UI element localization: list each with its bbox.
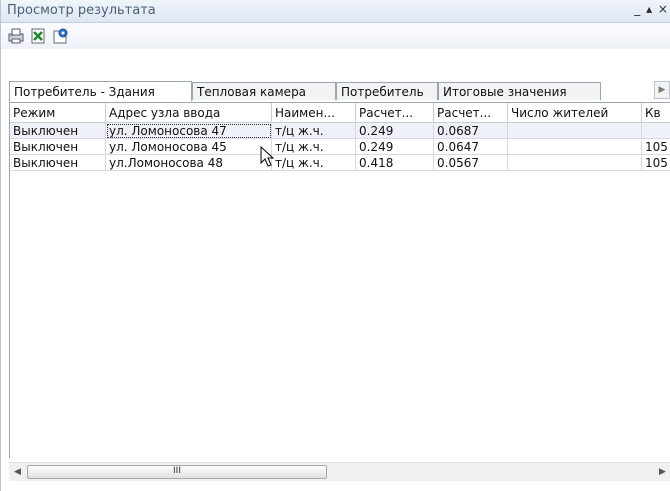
table-cell[interactable]: Выключен — [10, 155, 106, 171]
column-header-kv[interactable]: Кв — [642, 103, 670, 123]
mouse-cursor-icon — [260, 146, 275, 167]
scroll-right-icon[interactable]: ▶ — [654, 463, 670, 481]
table-cell[interactable]: 105 — [642, 155, 670, 171]
chevron-right-icon: ▶ — [658, 85, 666, 95]
column-header-calc-2[interactable]: Расчет... — [434, 103, 508, 123]
table-cell[interactable]: 0.418 — [356, 155, 434, 171]
table-cell[interactable]: 105 — [642, 139, 670, 155]
table-cell[interactable]: ул.Ломоносова 48 — [106, 155, 272, 171]
window-controls[interactable]: _ ▴ × — [634, 2, 669, 16]
table-cell[interactable]: т/ц ж.ч. — [272, 139, 356, 155]
window-title: Просмотр результата — [7, 3, 156, 18]
tab-label: Потребитель — [341, 85, 424, 99]
column-header-mode[interactable]: Режим — [10, 103, 106, 123]
column-header-address[interactable]: Адрес узла ввода — [106, 103, 272, 123]
tab-label: Тепловая камера — [197, 85, 307, 99]
table-cell[interactable] — [642, 123, 670, 139]
table-cell[interactable]: ул. Ломоносова 45 — [106, 139, 272, 155]
column-header-name[interactable]: Наимен... — [272, 103, 356, 123]
table-cell[interactable]: 0.249 — [356, 123, 434, 139]
table-cell[interactable]: 0.0687 — [434, 123, 508, 139]
title-bar: Просмотр результата _ ▴ × — [1, 0, 670, 23]
tab-scroll-right-button[interactable]: ▶ — [654, 81, 670, 99]
scroll-left-icon[interactable]: ◀ — [9, 463, 26, 481]
toolbar — [1, 23, 670, 49]
table-cell[interactable]: Выключен — [10, 123, 106, 139]
tab-label: Потребитель - Здания — [14, 85, 155, 99]
tab-consumer-buildings[interactable]: Потребитель - Здания — [9, 81, 192, 101]
results-table: Режим Адрес узла ввода Наимен... Расчет.… — [9, 102, 670, 458]
scroll-grip: III — [173, 466, 181, 476]
table-cell[interactable]: 0.0647 — [434, 139, 508, 155]
table-cell[interactable]: т/ц ж.ч. — [272, 123, 356, 139]
table-cell[interactable] — [508, 155, 642, 171]
table-cell[interactable]: Выключен — [10, 139, 106, 155]
table-cell[interactable] — [508, 123, 642, 139]
column-header-residents[interactable]: Число жителей — [508, 103, 642, 123]
print-icon[interactable] — [7, 27, 25, 45]
settings-icon[interactable] — [51, 27, 69, 45]
table-cell[interactable]: 0.249 — [356, 139, 434, 155]
tab-heat-chamber[interactable]: Тепловая камера — [192, 82, 336, 100]
column-header-calc-1[interactable]: Расчет... — [356, 103, 434, 123]
table-cell[interactable]: 0.0567 — [434, 155, 508, 171]
export-excel-icon[interactable] — [29, 27, 47, 45]
horizontal-scrollbar[interactable]: ◀ III ▶ — [9, 462, 670, 481]
tab-summary-values[interactable]: Итоговые значения — [438, 82, 601, 100]
result-view-panel: Просмотр результата _ ▴ × Потребитель - … — [0, 0, 670, 491]
table-cell[interactable]: ул. Ломоносова 47 — [106, 123, 272, 139]
table-cell[interactable] — [508, 139, 642, 155]
tab-consumer[interactable]: Потребитель — [336, 82, 438, 100]
scroll-thumb[interactable]: III — [27, 465, 327, 479]
table-cell[interactable]: т/ц ж.ч. — [272, 155, 356, 171]
tab-label: Итоговые значения — [443, 85, 567, 99]
